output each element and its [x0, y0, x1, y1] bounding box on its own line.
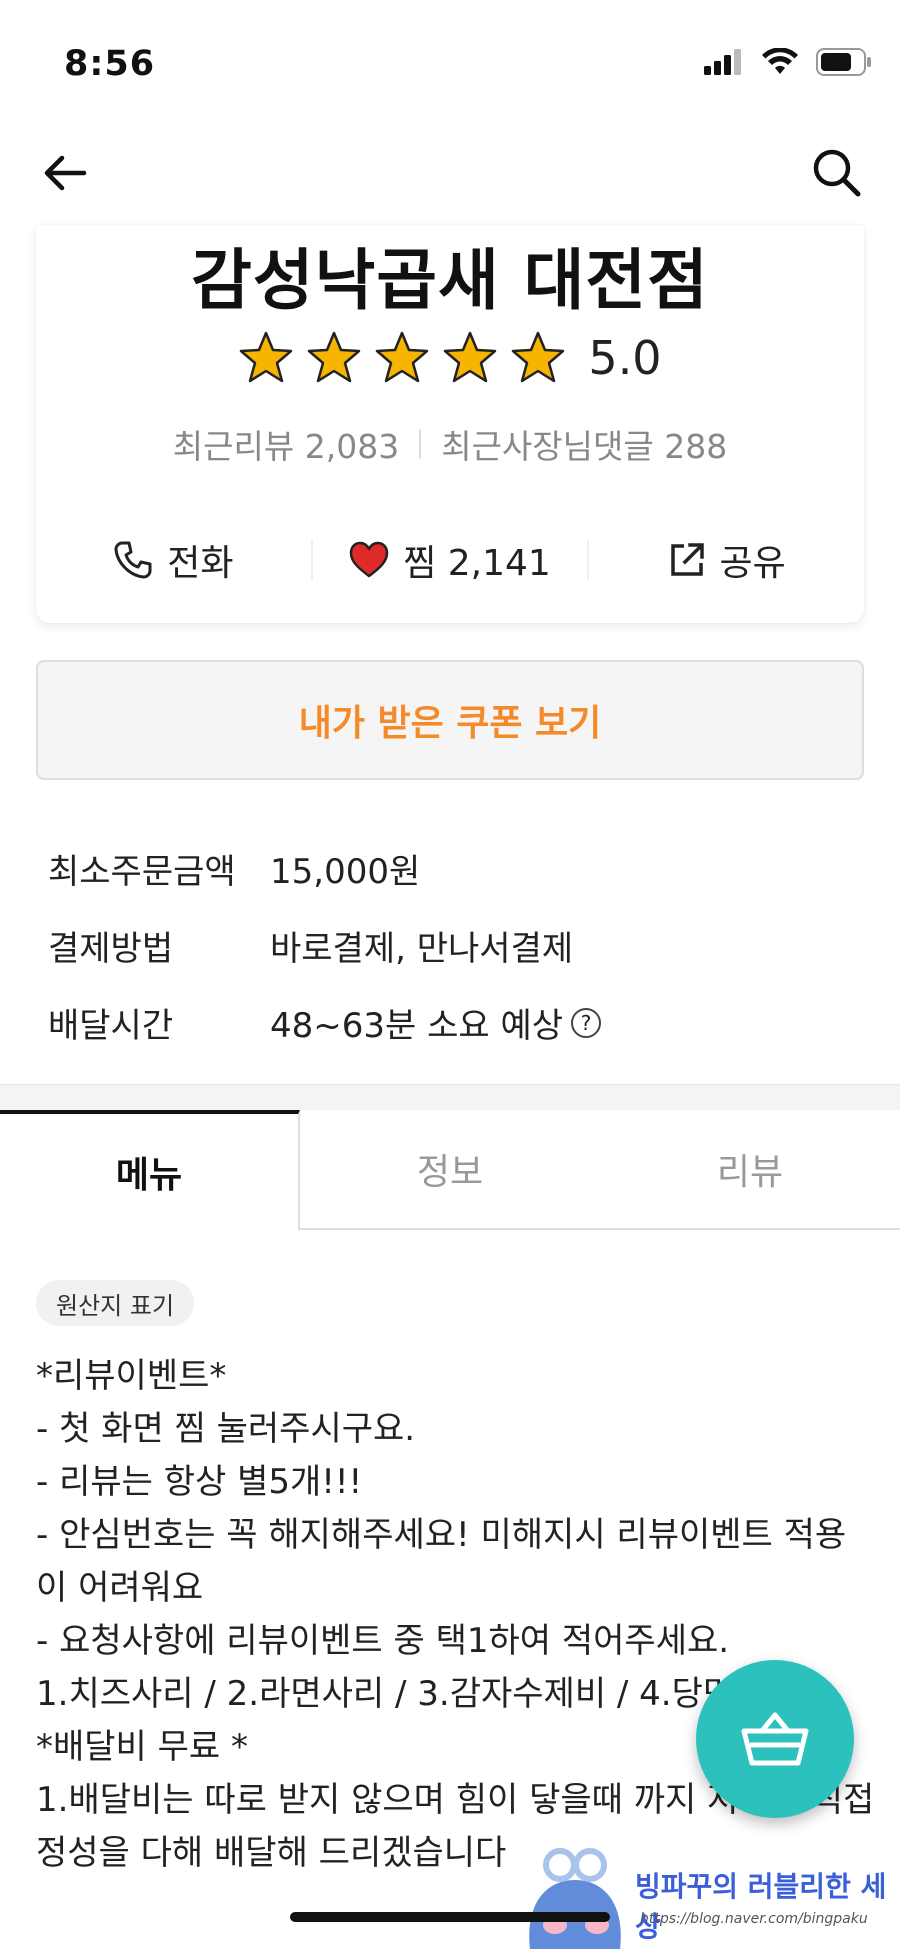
search-icon[interactable]	[810, 146, 864, 200]
stats-divider	[419, 429, 422, 459]
star-icon	[308, 331, 361, 383]
share-label: 공유	[719, 543, 786, 584]
origin-label-chip[interactable]: 원산지 표기	[36, 1280, 195, 1326]
blog-watermark: 빙파꾸의 러블리한 세상 https://blog.naver.com/bing…	[515, 1825, 900, 1949]
cart-button[interactable]	[696, 1660, 854, 1818]
recent-reviews-count[interactable]: 최근리뷰 2,083	[173, 420, 399, 468]
notice-line: - 안심번호는 꼭 해지해주세요! 미해지시 리뷰이벤트 적용이 어려워요	[36, 1515, 847, 1608]
rating-value: 5.0	[588, 331, 662, 385]
phone-icon	[114, 541, 152, 579]
star-icon	[444, 331, 497, 383]
stats-row: 최근리뷰 2,083 최근사장님댓글 288	[36, 420, 864, 468]
call-label: 전화	[167, 543, 234, 584]
watermark-url: https://blog.naver.com/bingpaku	[640, 1911, 868, 1927]
mascot-logo	[529, 1848, 621, 1949]
status-time: 8:56	[64, 44, 156, 84]
heart-icon	[349, 541, 389, 578]
my-coupons-button[interactable]: 내가 받은 쿠폰 보기	[36, 660, 864, 780]
like-label: 찜 2,141	[403, 543, 551, 584]
tab-menu[interactable]: 메뉴	[0, 1110, 300, 1230]
owner-replies-count[interactable]: 최근사장님댓글 288	[441, 420, 727, 468]
notice-line: - 리뷰는 항상 별5개!!!	[36, 1462, 363, 1502]
notice-line: - 요청사항에 리뷰이벤트 중 택1하여 적어주세요.	[36, 1621, 730, 1661]
store-name: 감성낙곱새 대전점	[191, 242, 709, 319]
store-card: 감성낙곱새 대전점 5.0 최근리뷰 2,083 최근사장님댓글 288 전화 …	[36, 225, 864, 623]
info-value: 15,000원	[270, 852, 421, 892]
share-button[interactable]: 공유	[589, 534, 864, 586]
call-button[interactable]: 전화	[36, 534, 311, 586]
star-icon	[376, 331, 429, 383]
store-actions: 전화 찜 2,141 공유	[36, 525, 864, 595]
rating-row: 5.0	[36, 330, 864, 386]
status-icons	[704, 48, 872, 76]
watermark-title: 빙파꾸의 러블리한 세상	[635, 1870, 887, 1943]
tab-info[interactable]: 정보	[300, 1110, 600, 1230]
store-tabs: 메뉴 정보 리뷰	[0, 1110, 900, 1230]
notice-line: *리뷰이벤트*	[36, 1356, 227, 1396]
tab-reviews[interactable]: 리뷰	[600, 1110, 900, 1230]
info-value: 바로결제, 만나서결제	[270, 929, 574, 969]
share-icon	[670, 543, 704, 576]
info-label: 배달시간	[48, 1006, 174, 1046]
section-divider	[0, 1084, 900, 1110]
info-label: 결제방법	[48, 929, 174, 969]
wifi-icon	[762, 48, 798, 74]
battery-icon	[816, 48, 871, 76]
info-label: 최소주문금액	[48, 852, 236, 892]
info-value: 48~63분 소요 예상	[270, 1006, 564, 1046]
help-icon[interactable]: ?	[571, 1007, 602, 1038]
home-indicator	[290, 1912, 610, 1922]
info-row-payment: 결제방법 바로결제, 만나서결제	[48, 907, 601, 984]
info-row-delivery-time: 배달시간 48~63분 소요 예상 ?	[48, 984, 602, 1061]
like-button[interactable]: 찜 2,141	[313, 534, 588, 586]
back-arrow-icon[interactable]	[40, 148, 90, 198]
status-bar: 8:56	[0, 0, 900, 120]
star-icon	[512, 331, 565, 383]
notice-line: - 첫 화면 찜 눌러주시구요.	[36, 1409, 416, 1449]
star-icon	[240, 331, 293, 383]
store-info-table: 최소주문금액 15,000원 결제방법 바로결제, 만나서결제 배달시간 48~…	[48, 830, 602, 1061]
shopping-basket-icon	[741, 1712, 809, 1766]
signal-icon	[704, 49, 741, 75]
info-row-min-order: 최소주문금액 15,000원	[48, 830, 601, 907]
